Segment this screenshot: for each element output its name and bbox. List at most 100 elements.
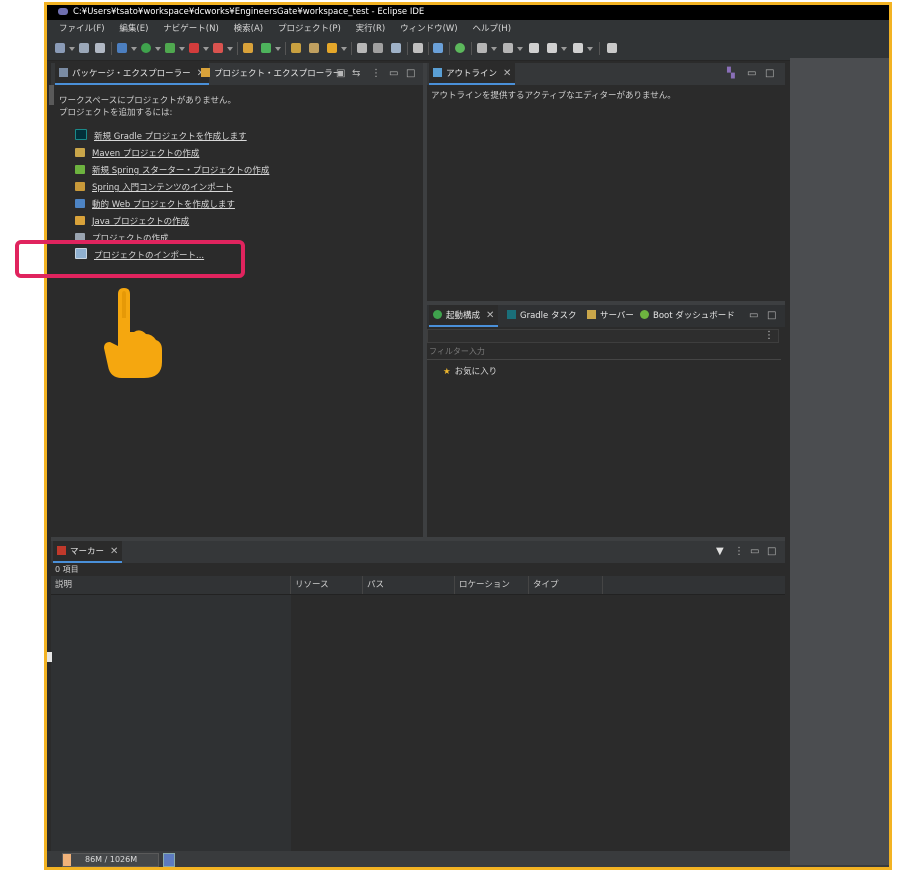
save-all-icon[interactable] [95, 43, 105, 53]
filter-input[interactable]: フィルター入力 [427, 345, 781, 360]
column-path[interactable]: パス [363, 576, 455, 594]
new-icon[interactable] [55, 43, 65, 53]
coverage-icon[interactable] [165, 43, 175, 53]
link-create-java-project[interactable]: Java プロジェクトの作成 [75, 214, 189, 230]
tab-project-explorer[interactable]: プロジェクト・エクスプローラー [197, 63, 345, 85]
open-type-icon[interactable] [291, 43, 301, 53]
eclipse-window: C:¥Users¥tsato¥workspace¥dcworks¥Enginee… [47, 5, 889, 867]
link-label[interactable]: 新規 Gradle プロジェクトを作成します [94, 132, 247, 142]
column-type[interactable]: タイプ [529, 576, 603, 594]
markers-panel: マーカー ✕ ▼ ⋮ ▭ □ 0 項目 説明 リソース パス ロケーション タイプ [51, 541, 785, 855]
forward-icon[interactable] [573, 43, 583, 53]
new-java-class-icon[interactable] [261, 43, 271, 53]
minimize-icon[interactable]: ▭ [747, 63, 756, 85]
link-with-editor-icon[interactable]: ⇆ [352, 63, 360, 85]
external-tools-icon[interactable] [213, 43, 223, 53]
tab-servers[interactable]: サーバー [587, 305, 634, 327]
close-icon[interactable]: ✕ [486, 310, 494, 321]
stop-dropdown-icon[interactable] [203, 47, 209, 51]
back-icon[interactable] [547, 43, 557, 53]
close-icon[interactable]: ✕ [503, 68, 511, 79]
link-new-spring-starter-project[interactable]: 新規 Spring スターター・プロジェクトの作成 [75, 163, 269, 179]
debug-icon[interactable] [117, 43, 127, 53]
link-label[interactable]: 動的 Web プロジェクトを作成します [92, 200, 235, 210]
link-create-maven-project[interactable]: Maven プロジェクトの作成 [75, 146, 199, 162]
favorites-item[interactable]: ★ お気に入り [443, 365, 497, 377]
menu-file[interactable]: ファイル(F) [59, 20, 105, 38]
pin-editor-icon[interactable] [607, 43, 617, 53]
show-whitespace-icon[interactable] [413, 43, 423, 53]
run-icon[interactable] [141, 43, 151, 53]
tab-package-explorer[interactable]: パッケージ・エクスプローラー✕ [55, 63, 209, 85]
toggle-word-wrap-icon[interactable] [373, 43, 383, 53]
tab-gradle-tasks[interactable]: Gradle タスク [507, 305, 576, 327]
link-label[interactable]: Java プロジェクトの作成 [92, 217, 189, 227]
gear-icon[interactable] [433, 43, 443, 53]
view-menu-icon[interactable]: ⋮ [371, 63, 381, 85]
tab-launch-configs[interactable]: 起動構成 ✕ [429, 305, 499, 327]
back-dropdown-icon[interactable] [561, 47, 567, 51]
eclipse-icon [58, 8, 68, 15]
new-class-dropdown-icon[interactable] [275, 47, 281, 51]
toolbar-separator [471, 42, 472, 55]
link-label[interactable]: Spring 入門コンテンツのインポート [92, 183, 233, 193]
maximize-icon[interactable]: □ [767, 541, 776, 563]
menu-navigate[interactable]: ナビゲート(N) [163, 20, 219, 38]
markers-item-count: 0 項目 [55, 565, 79, 574]
left-scrollbar[interactable] [49, 85, 54, 105]
maximize-icon[interactable]: □ [406, 63, 415, 85]
column-resource[interactable]: リソース [291, 576, 363, 594]
save-icon[interactable] [79, 43, 89, 53]
next-annotation-icon[interactable] [477, 43, 487, 53]
column-description[interactable]: 説明 [51, 576, 291, 594]
coverage-dropdown-icon[interactable] [179, 47, 185, 51]
view-menu-icon[interactable]: ⋮ [764, 330, 774, 342]
open-task-icon[interactable] [309, 43, 319, 53]
column-location[interactable]: ロケーション [455, 576, 529, 594]
link-import-spring-getting-started[interactable]: Spring 入門コンテンツのインポート [75, 180, 233, 196]
outline-view-icon[interactable]: ▚ [727, 63, 735, 85]
toggle-mark-icon[interactable] [357, 43, 367, 53]
menu-edit[interactable]: 編集(E) [119, 20, 148, 38]
menu-search[interactable]: 検索(A) [234, 20, 263, 38]
right-empty-area [790, 58, 889, 865]
run-dropdown-icon[interactable] [155, 47, 161, 51]
filter-icon[interactable]: ▼ [716, 541, 724, 563]
link-dynamic-web-project[interactable]: 動的 Web プロジェクトを作成します [75, 197, 235, 213]
link-label[interactable]: 新規 Spring スターター・プロジェクトの作成 [92, 166, 269, 176]
garbage-collect-icon[interactable] [163, 853, 175, 867]
external-tools-dropdown-icon[interactable] [227, 47, 233, 51]
previous-annotation-dropdown-icon[interactable] [517, 47, 523, 51]
spring-boot-icon[interactable] [455, 43, 465, 53]
minimize-icon[interactable]: ▭ [389, 63, 398, 85]
new-dropdown-icon[interactable] [69, 47, 75, 51]
link-new-gradle-project[interactable]: 新規 Gradle プロジェクトを作成します [75, 129, 247, 145]
close-icon[interactable]: ✕ [110, 546, 118, 557]
new-java-package-icon[interactable] [243, 43, 253, 53]
view-menu-icon[interactable]: ⋮ [734, 541, 744, 563]
link-label[interactable]: Maven プロジェクトの作成 [92, 149, 199, 159]
debug-dropdown-icon[interactable] [131, 47, 137, 51]
menu-help[interactable]: ヘルプ(H) [472, 20, 511, 38]
last-edit-location-icon[interactable] [529, 43, 539, 53]
menu-window[interactable]: ウィンドウ(W) [400, 20, 458, 38]
forward-dropdown-icon[interactable] [587, 47, 593, 51]
tab-boot-dashboard[interactable]: Boot ダッシュボード [640, 305, 735, 327]
block-select-icon[interactable] [391, 43, 401, 53]
minimize-icon[interactable]: ▭ [750, 541, 759, 563]
previous-annotation-icon[interactable] [503, 43, 513, 53]
menu-project[interactable]: プロジェクト(P) [278, 20, 341, 38]
toolbar-separator [237, 42, 238, 55]
minimize-icon[interactable]: ▭ [749, 305, 758, 327]
collapse-all-icon[interactable]: ▣ [336, 63, 345, 85]
tab-outline[interactable]: アウトライン ✕ [429, 63, 516, 85]
tab-markers[interactable]: マーカー ✕ [53, 541, 123, 563]
maximize-icon[interactable]: □ [765, 63, 774, 85]
search-icon[interactable] [327, 43, 337, 53]
stop-icon[interactable] [189, 43, 199, 53]
menu-run[interactable]: 実行(R) [356, 20, 386, 38]
maximize-icon[interactable]: □ [767, 305, 776, 327]
memory-usage-fill [63, 854, 71, 866]
next-annotation-dropdown-icon[interactable] [491, 47, 497, 51]
search-dropdown-icon[interactable] [341, 47, 347, 51]
